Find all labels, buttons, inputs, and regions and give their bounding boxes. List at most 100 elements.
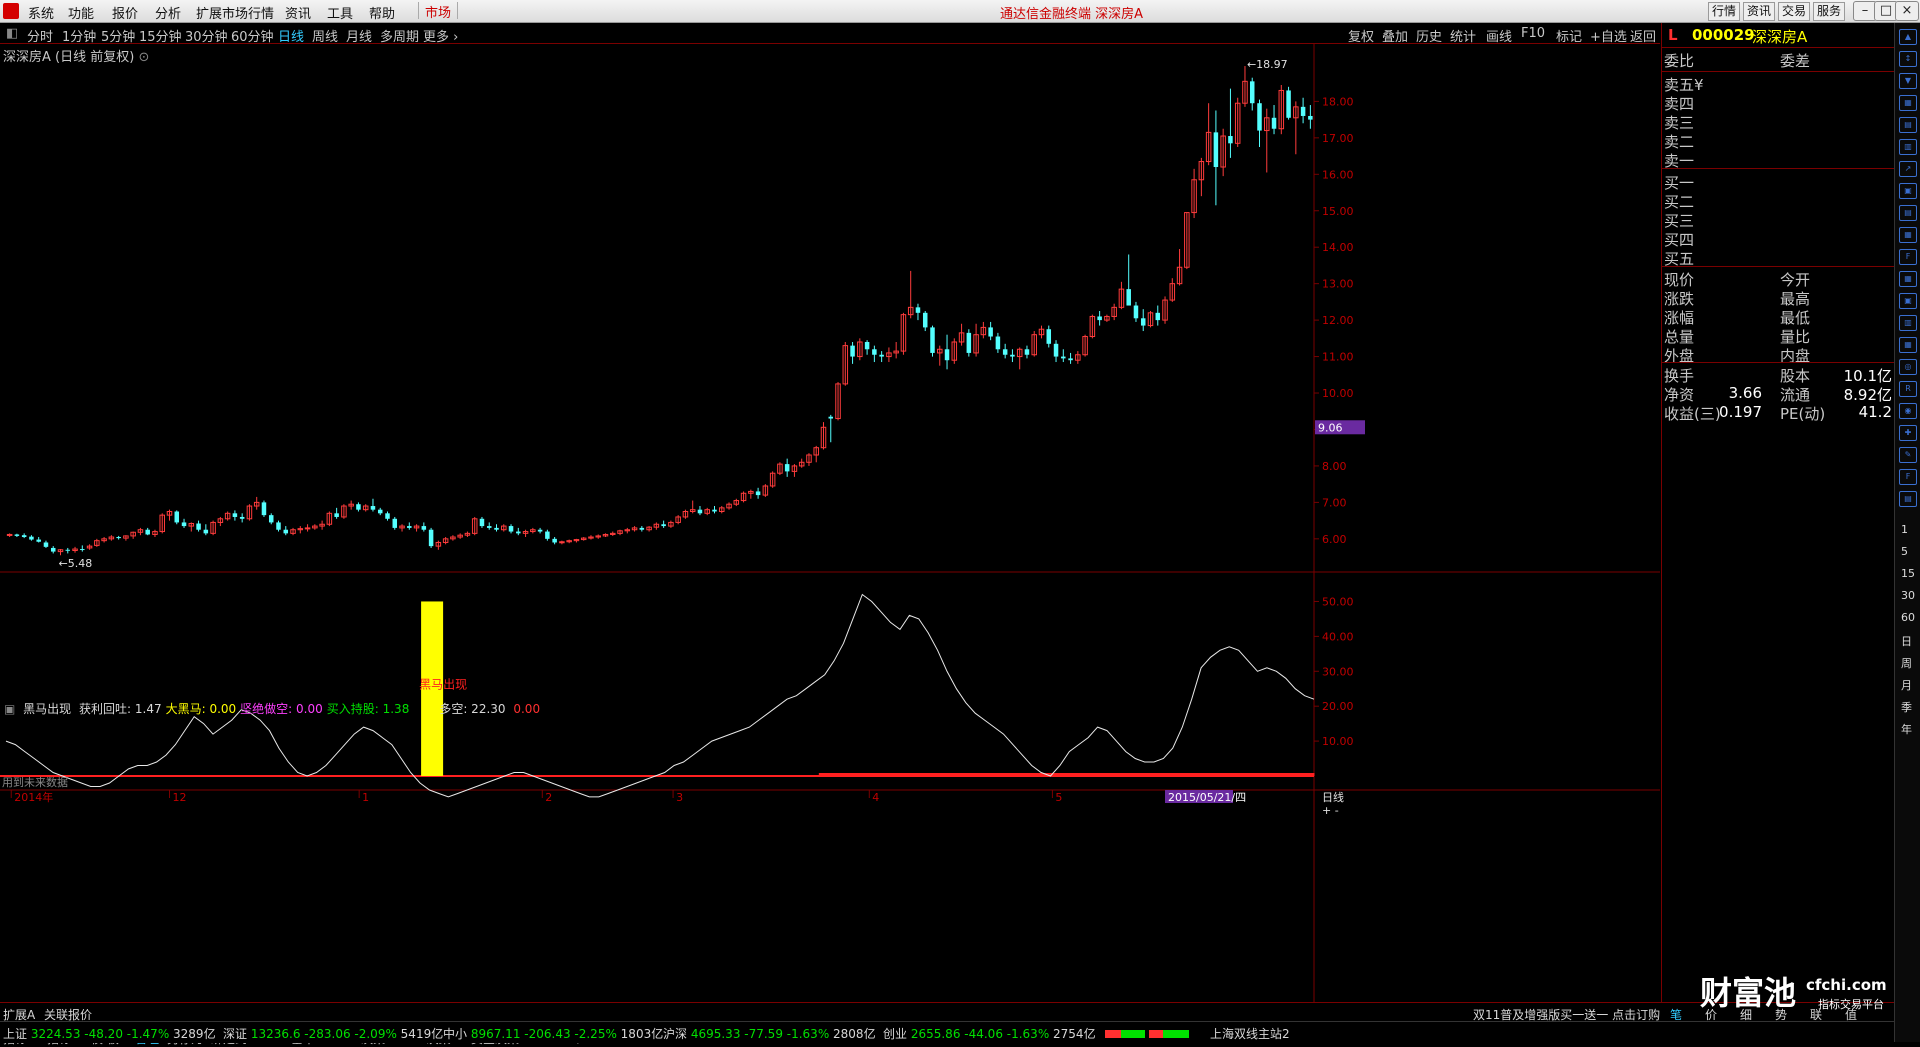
side-period-60[interactable]: 60 bbox=[1901, 611, 1915, 624]
close-icon[interactable]: × bbox=[1895, 1, 1919, 21]
period-multi[interactable]: 多周期 bbox=[380, 26, 419, 45]
server-label[interactable]: 上海双线主站2 bbox=[1210, 1025, 1290, 1042]
menu-system[interactable]: 系统 bbox=[28, 3, 54, 22]
top-service-button[interactable]: 服务 bbox=[1813, 2, 1846, 21]
indicator-expand-icon[interactable]: ▣ bbox=[4, 702, 15, 716]
stat-right-3: 量比 bbox=[1780, 328, 1811, 346]
stat-right-0: 今开 bbox=[1780, 271, 1811, 289]
ind-bar bbox=[818, 773, 829, 776]
side-tool-icon[interactable]: R bbox=[1899, 381, 1917, 397]
side-period-日[interactable]: 日 bbox=[1901, 633, 1912, 649]
period-daily[interactable]: 日线 bbox=[278, 26, 304, 45]
candle-down bbox=[1024, 349, 1030, 355]
date-label: 12 bbox=[173, 791, 187, 804]
period-tick[interactable]: 分时 bbox=[27, 26, 53, 45]
side-tool-icon[interactable]: ✎ bbox=[1899, 447, 1917, 463]
indicator-line bbox=[5, 593, 1315, 798]
candle-down bbox=[995, 336, 1001, 350]
side-tool-icon[interactable]: ↕ bbox=[1899, 51, 1917, 67]
side-period-周[interactable]: 周 bbox=[1901, 655, 1912, 671]
ind-bar bbox=[1248, 773, 1259, 776]
side-tool-icon[interactable]: ▥ bbox=[1899, 139, 1917, 155]
side-tool-icon[interactable]: ▼ bbox=[1899, 73, 1917, 89]
menu-quote[interactable]: 报价 bbox=[112, 3, 138, 22]
tool-stats[interactable]: 统计 bbox=[1450, 26, 1476, 45]
top-trade-button[interactable]: 交易 bbox=[1778, 2, 1811, 21]
side-period-15[interactable]: 15 bbox=[1901, 567, 1915, 580]
menu-analysis[interactable]: 分析 bbox=[155, 3, 181, 22]
period-60min[interactable]: 60分钟 bbox=[231, 26, 274, 45]
index-quote-2[interactable]: 中小 8967.11 -206.43 -2.25% 1803亿 bbox=[443, 1025, 663, 1042]
tool-f10[interactable]: F10 bbox=[1521, 26, 1545, 41]
side-tool-icon[interactable]: ▤ bbox=[1899, 117, 1917, 133]
ind-bar bbox=[884, 773, 895, 776]
side-period-5[interactable]: 5 bbox=[1901, 545, 1908, 558]
candle-down bbox=[385, 513, 390, 519]
index-quote-4[interactable]: 创业 2655.86 -44.06 -1.63% 2754亿 bbox=[883, 1025, 1096, 1042]
candle-down bbox=[1308, 115, 1313, 120]
side-tool-icon[interactable]: ◉ bbox=[1899, 403, 1917, 419]
kline-chart-area[interactable]: 18.00 17.00 16.00 15.00 14.00 13.00 12.00 11.00… bbox=[0, 44, 1660, 1046]
tool-overlay[interactable]: 叠加 bbox=[1382, 26, 1408, 45]
tool-mark[interactable]: 标记 bbox=[1556, 26, 1582, 45]
menu-function[interactable]: 功能 bbox=[68, 3, 94, 22]
candle-down bbox=[80, 549, 85, 551]
tool-adjust[interactable]: 复权 bbox=[1348, 26, 1374, 45]
period-1min[interactable]: 1分钟 bbox=[62, 26, 96, 45]
ind-bar bbox=[1164, 773, 1175, 776]
period-5min[interactable]: 5分钟 bbox=[101, 26, 135, 45]
side-period-年[interactable]: 年 bbox=[1901, 721, 1912, 737]
side-tool-icon[interactable]: ▦ bbox=[1899, 337, 1917, 353]
index-quote-1[interactable]: 深证 13236.6 -283.06 -2.09% 5419亿 bbox=[223, 1025, 443, 1042]
ind-bar bbox=[921, 773, 932, 776]
side-period-季[interactable]: 季 bbox=[1901, 699, 1912, 715]
menu-news[interactable]: 资讯 bbox=[285, 3, 311, 22]
side-tool-icon[interactable]: ▣ bbox=[1899, 293, 1917, 309]
side-tool-icon[interactable]: ▤ bbox=[1899, 205, 1917, 221]
side-tool-icon[interactable]: F bbox=[1899, 469, 1917, 485]
tool-add-watchlist[interactable]: +自选 bbox=[1590, 26, 1627, 45]
side-tool-icon[interactable]: ✚ bbox=[1899, 425, 1917, 441]
top-news-button[interactable]: 资讯 bbox=[1743, 2, 1776, 21]
tool-history[interactable]: 历史 bbox=[1416, 26, 1442, 45]
status-bar-top: 扩展A 关联报价 双11普及增强版买一送一 点击订购 笔 价 细 势 联 值 bbox=[0, 1002, 1894, 1022]
menu-extended-market[interactable]: 扩展市场行情 bbox=[196, 3, 274, 22]
settings-circle-icon[interactable]: ⊙ bbox=[138, 50, 149, 65]
chart-canvas[interactable]: 18.0017.0016.0015.0014.0013.0012.0011.00… bbox=[0, 44, 1660, 1004]
side-period-30[interactable]: 30 bbox=[1901, 589, 1915, 602]
index-quote-3[interactable]: 沪深 4695.33 -77.59 -1.63% 2808亿 bbox=[663, 1025, 876, 1042]
side-tool-icon[interactable]: ▤ bbox=[1899, 491, 1917, 507]
collapse-icon[interactable]: ◧ bbox=[6, 26, 18, 41]
chart-stock-label: 深深房A (日线 前复权) ⊙ bbox=[3, 46, 149, 65]
side-tool-icon[interactable]: ▦ bbox=[1899, 95, 1917, 111]
fund-right-label-2: PE(动) bbox=[1780, 405, 1826, 423]
side-tool-icon[interactable]: ◎ bbox=[1899, 359, 1917, 375]
indicator-name[interactable]: 黑马出现 bbox=[23, 702, 71, 716]
menu-tools[interactable]: 工具 bbox=[327, 3, 353, 22]
period-monthly[interactable]: 月线 bbox=[346, 26, 372, 45]
candle-down bbox=[537, 529, 543, 532]
side-period-月[interactable]: 月 bbox=[1901, 677, 1912, 693]
period-15min[interactable]: 15分钟 bbox=[139, 26, 182, 45]
side-tool-icon[interactable]: ▣ bbox=[1899, 183, 1917, 199]
market-button[interactable]: 市场 bbox=[418, 2, 459, 21]
period-30min[interactable]: 30分钟 bbox=[185, 26, 228, 45]
side-period-1[interactable]: 1 bbox=[1901, 523, 1908, 536]
candle-down bbox=[1133, 305, 1139, 319]
tool-back[interactable]: 返回 bbox=[1630, 26, 1656, 45]
tool-draw[interactable]: 画线 bbox=[1486, 26, 1512, 45]
candle-down bbox=[65, 549, 71, 551]
side-tool-icon[interactable]: ▥ bbox=[1899, 315, 1917, 331]
side-tool-icon[interactable]: ↗ bbox=[1899, 161, 1917, 177]
side-tool-icon[interactable]: ▲ bbox=[1899, 29, 1917, 45]
side-tool-icon[interactable]: F bbox=[1899, 249, 1917, 265]
side-tool-icon[interactable]: ▦ bbox=[1899, 227, 1917, 243]
index-quote-0[interactable]: 上证 3224.53 -48.20 -1.47% 3289亿 bbox=[3, 1025, 216, 1042]
menu-help[interactable]: 帮助 bbox=[369, 3, 395, 22]
side-tool-icon[interactable]: ▦ bbox=[1899, 271, 1917, 287]
top-quote-button[interactable]: 行情 bbox=[1708, 2, 1741, 21]
candle-down bbox=[1061, 356, 1066, 359]
period-weekly[interactable]: 周线 bbox=[312, 26, 338, 45]
period-more[interactable]: 更多 › bbox=[423, 26, 458, 45]
date-label: 4 bbox=[872, 791, 879, 804]
